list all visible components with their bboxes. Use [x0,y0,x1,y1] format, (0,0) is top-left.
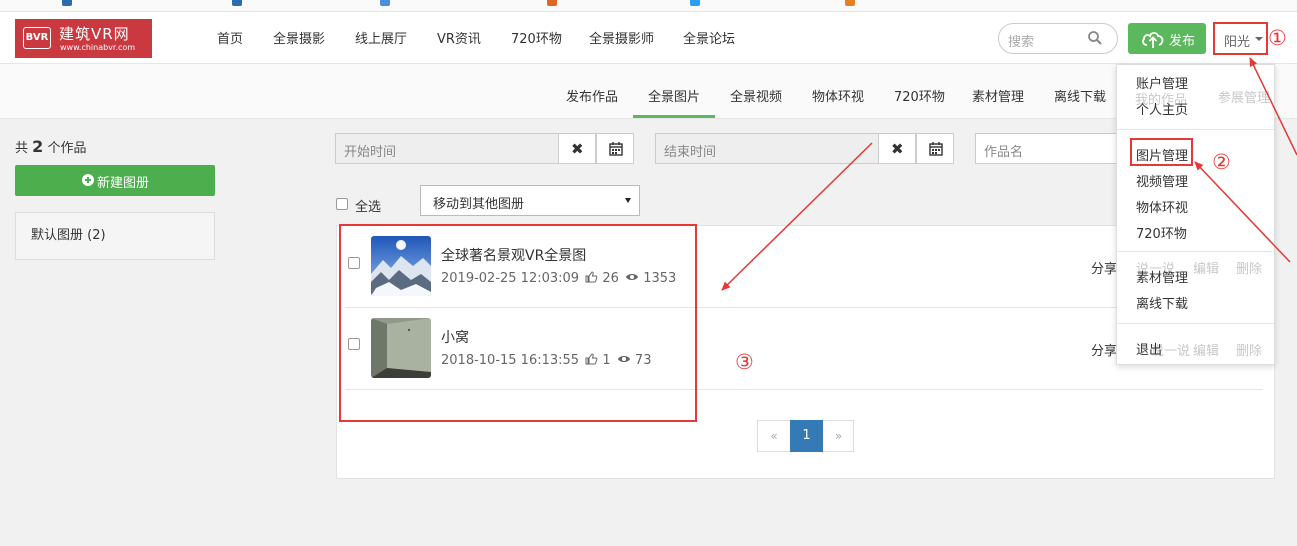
arrow-to-user-menu [1249,57,1297,156]
arrow-to-works [721,142,873,291]
annotation-arrows [721,57,1297,291]
arrow-to-image-manage [1194,161,1291,263]
